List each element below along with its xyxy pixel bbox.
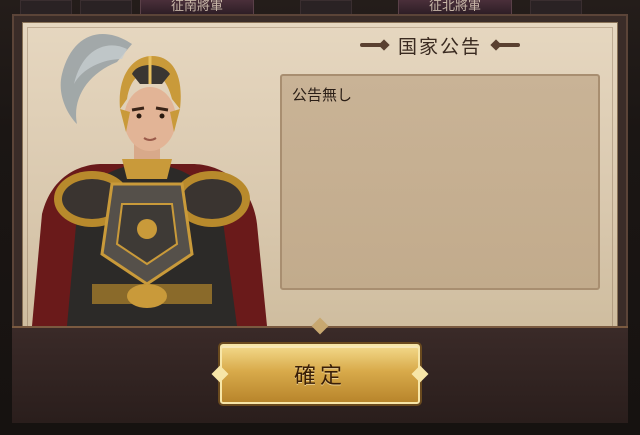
background-tab-south: 征南將軍 [140, 0, 254, 14]
title-decoration-right-icon [496, 43, 520, 47]
announcement-content-box: 公告無し [280, 74, 600, 290]
confirm-button-label: 確定 [293, 364, 346, 389]
general-portrait [22, 14, 272, 326]
background-tab-north: 征北將軍 [398, 0, 512, 14]
dialog-title-row: 国家公告 [340, 30, 540, 60]
dialog-title: 国家公告 [397, 35, 482, 58]
confirm-button[interactable]: 確定 [220, 344, 420, 404]
title-decoration-left-icon [359, 43, 384, 47]
announcement-text: 公告無し [292, 86, 353, 104]
